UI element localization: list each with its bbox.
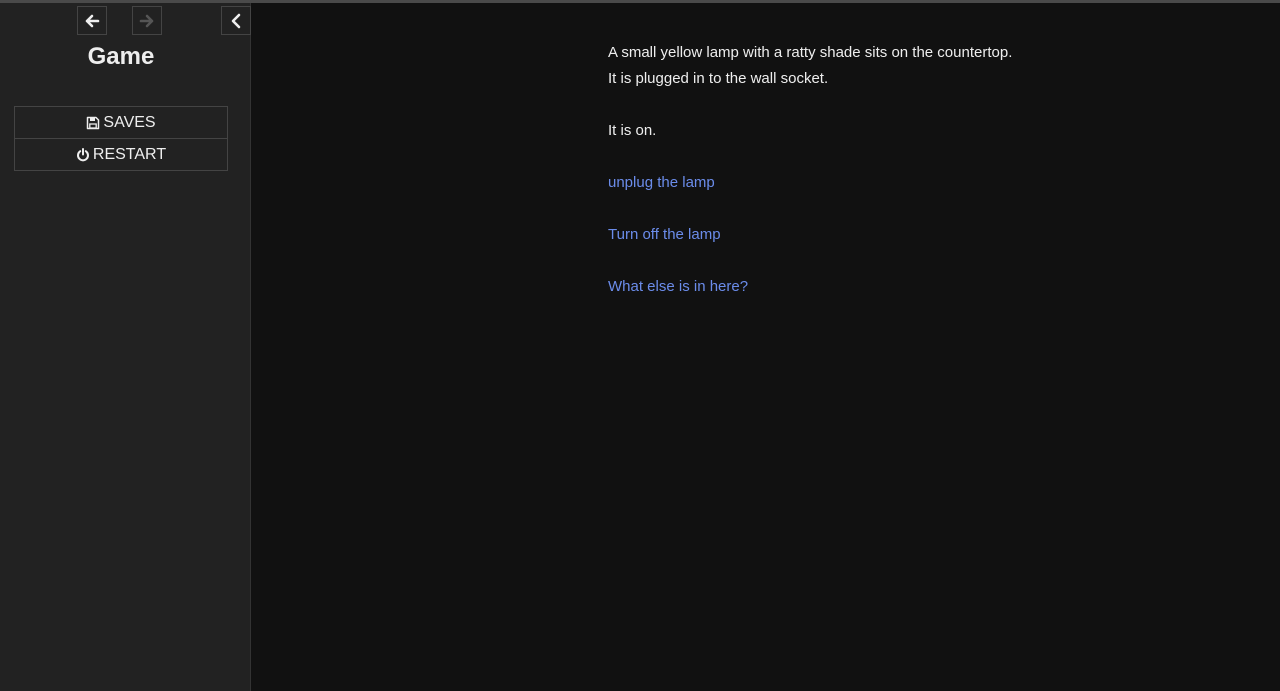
lamp-status-text: It is on. xyxy=(608,122,657,139)
ui-bar-toggle-button[interactable] xyxy=(221,6,251,35)
history-forward-button[interactable] xyxy=(132,6,162,35)
story-menu: SAVES RESTART xyxy=(14,106,228,171)
passage-description-line-1: A small yellow lamp with a ratty shade s… xyxy=(608,44,1013,61)
link-turn-off-lamp[interactable]: Turn off the lamp xyxy=(608,222,721,248)
arrow-left-icon xyxy=(85,14,100,27)
power-icon xyxy=(76,147,89,161)
restart-button[interactable]: RESTART xyxy=(15,138,227,170)
saves-label: SAVES xyxy=(103,113,156,131)
history-back-button[interactable] xyxy=(77,6,107,35)
ui-bar: Game SAVES RESTART xyxy=(0,3,251,691)
chevron-left-icon xyxy=(231,13,241,28)
restart-label: RESTART xyxy=(92,145,167,163)
passage: A small yellow lamp with a ratty shade s… xyxy=(608,40,1208,300)
floppy-disk-icon xyxy=(87,116,100,129)
story-title: Game xyxy=(87,43,155,70)
link-unplug-lamp[interactable]: unplug the lamp xyxy=(608,170,715,196)
arrow-right-icon xyxy=(139,14,154,27)
link-what-else[interactable]: What else is in here? xyxy=(608,274,748,300)
passage-description-line-2: It is plugged in to the wall socket. xyxy=(608,70,829,87)
saves-button[interactable]: SAVES xyxy=(15,107,227,138)
